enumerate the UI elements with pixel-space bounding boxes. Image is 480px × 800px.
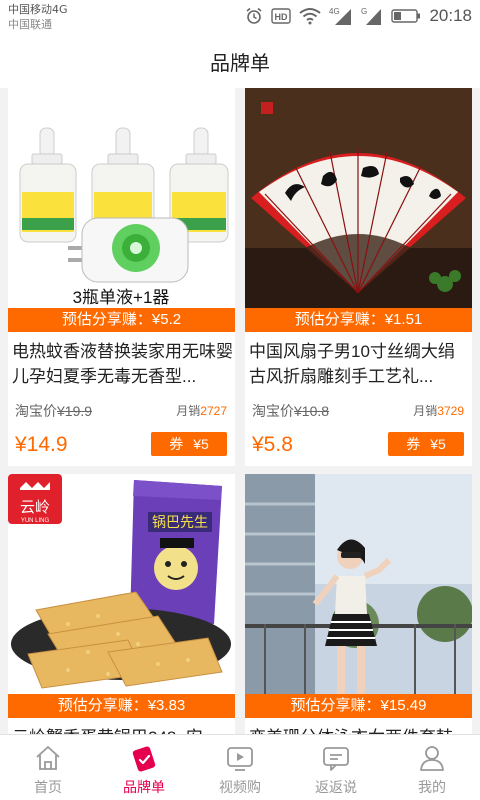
home-icon xyxy=(33,743,63,777)
tab-home[interactable]: 首页 xyxy=(0,735,96,800)
monthly-sales: 月销3729 xyxy=(413,402,464,419)
swimsuit-model-image[interactable] xyxy=(245,474,472,694)
hd-icon: HD xyxy=(271,8,292,24)
battery-icon xyxy=(391,8,421,24)
svg-text:HD: HD xyxy=(275,12,288,22)
tab-brand-list[interactable]: 品牌单 xyxy=(96,735,192,800)
clock-time: 20:18 xyxy=(429,6,472,25)
tab-profile[interactable]: 我的 xyxy=(384,735,480,800)
image-caption: 3瓶单液+1器 xyxy=(73,288,170,307)
status-bar: 中国移动4G 中国联通 HD 4G G 20:18 xyxy=(0,0,480,34)
bottom-tab-bar: 首页 品牌单 视频购 返返说 我的 xyxy=(0,734,480,800)
product-grid: 3瓶单液+1器 预估分享赚：¥5.2 电热蚊香液替换装家用无味婴儿孕妇夏季无毒无… xyxy=(0,88,480,734)
share-earn-banner: 预估分享赚：¥5.2 xyxy=(8,308,235,332)
tab-label: 品牌单 xyxy=(123,779,165,795)
share-earn-banner: 预估分享赚：¥3.83 xyxy=(8,694,235,718)
taobao-price: 淘宝价¥19.9 xyxy=(15,401,92,421)
user-icon xyxy=(417,743,447,777)
product-card[interactable]: 云岭 YUN LING 锅巴先生 预估分享赚：¥3.83 xyxy=(8,474,235,734)
product-price: ¥5.8 xyxy=(252,433,293,456)
coupon-label: 券 xyxy=(406,436,421,452)
mosquito-repellent-image[interactable]: 3瓶单液+1器 xyxy=(8,88,235,308)
coupon-value: ¥5 xyxy=(430,436,446,452)
share-earn-banner: 预估分享赚：¥15.49 xyxy=(245,694,472,718)
carrier-secondary-label: 中国联通 xyxy=(8,18,52,31)
header-bar: 品牌单 xyxy=(0,34,480,88)
taobao-price-value: ¥19.9 xyxy=(57,403,93,419)
status-icons: HD 4G G 20:18 xyxy=(245,5,472,27)
tab-label: 我的 xyxy=(418,779,446,795)
folding-fan-image[interactable] xyxy=(245,88,472,308)
signal-4g-icon: 4G xyxy=(329,6,353,26)
monthly-sales-value: 3729 xyxy=(437,404,464,418)
tab-community[interactable]: 返返说 xyxy=(288,735,384,800)
network-4g-label: 4G xyxy=(329,7,340,16)
tab-label: 视频购 xyxy=(219,779,261,795)
wifi-icon xyxy=(299,7,322,25)
video-icon xyxy=(225,743,255,777)
taobao-price-label: 淘宝价 xyxy=(15,403,57,419)
product-title[interactable]: 恋美珊分体泳衣女两件套韩 xyxy=(249,725,471,734)
taobao-price-label: 淘宝价 xyxy=(252,403,294,419)
chat-icon xyxy=(321,743,351,777)
tab-label: 首页 xyxy=(34,779,62,795)
taobao-price-value: ¥10.8 xyxy=(294,403,330,419)
monthly-sales: 月销2727 xyxy=(176,402,227,419)
page-title: 品牌单 xyxy=(210,52,270,75)
coupon-button[interactable]: 券 ¥5 xyxy=(151,432,227,456)
package-text: 锅巴先生 xyxy=(152,514,208,530)
monthly-sales-value: 2727 xyxy=(200,404,227,418)
share-earn-banner: 预估分享赚：¥1.51 xyxy=(245,308,472,332)
product-card[interactable]: 3瓶单液+1器 预估分享赚：¥5.2 电热蚊香液替换装家用无味婴儿孕妇夏季无毒无… xyxy=(8,88,235,466)
product-title[interactable]: 电热蚊香液替换装家用无味婴儿孕妇夏季无毒无香型... xyxy=(12,339,234,389)
carrier-label: 中国移动4G xyxy=(8,3,68,16)
brand-logo-text: 云岭 xyxy=(20,499,50,516)
product-title[interactable]: 中国风扇子男10寸丝绸大绢古风折扇雕刻手工艺礼... xyxy=(249,339,471,389)
product-card[interactable]: 预估分享赚：¥1.51 中国风扇子男10寸丝绸大绢古风折扇雕刻手工艺礼... 淘… xyxy=(245,88,472,466)
monthly-sales-label: 月销 xyxy=(413,404,438,418)
network-g-label: G xyxy=(361,7,367,16)
product-card[interactable]: 预估分享赚：¥15.49 恋美珊分体泳衣女两件套韩 xyxy=(245,474,472,734)
brand-logo-subtext: YUN LING xyxy=(21,518,50,524)
coupon-button[interactable]: 券 ¥5 xyxy=(388,432,464,456)
taobao-price: 淘宝价¥10.8 xyxy=(252,401,329,421)
tab-video-shopping[interactable]: 视频购 xyxy=(192,735,288,800)
tab-label: 返返说 xyxy=(315,779,357,795)
monthly-sales-label: 月销 xyxy=(176,404,201,418)
rice-crisp-snack-image[interactable]: 云岭 YUN LING 锅巴先生 xyxy=(8,474,235,694)
brand-tag-icon xyxy=(129,743,159,777)
signal-g-icon: G xyxy=(361,6,383,26)
product-title[interactable]: 云岭蟹香蛋黄锅巴248g安 xyxy=(12,725,234,734)
product-price: ¥14.9 xyxy=(15,433,68,456)
alarm-icon xyxy=(245,7,263,25)
coupon-label: 券 xyxy=(169,436,184,452)
coupon-value: ¥5 xyxy=(193,436,209,452)
